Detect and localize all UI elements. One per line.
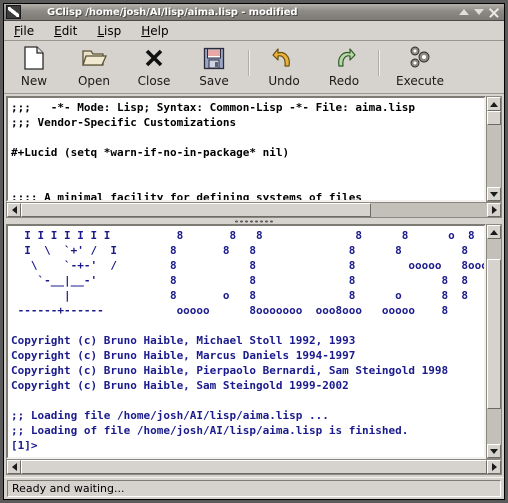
undo-button-label: Undo: [268, 74, 300, 88]
status-message: Ready and waiting...: [7, 479, 501, 497]
floppy-disk-icon: [201, 45, 227, 71]
menu-label-rest: ile: [20, 23, 35, 38]
editor-vertical-scrollbar[interactable]: [486, 96, 502, 202]
new-document-icon: [21, 45, 47, 71]
close-button-label: Close: [137, 74, 171, 88]
menu-mnemonic: H: [141, 23, 151, 38]
close-button[interactable]: Close: [124, 44, 184, 91]
status-bar: Ready and waiting...: [4, 477, 504, 499]
title-bar[interactable]: GClisp /home/josh/AI/lisp/aima.lisp - mo…: [4, 4, 504, 21]
execute-button-label: Execute: [396, 74, 444, 88]
save-button[interactable]: Save: [184, 44, 244, 91]
menu-label-rest: dit: [61, 23, 78, 38]
new-button-label: New: [20, 74, 48, 88]
close-x-icon[interactable]: [487, 6, 500, 19]
menu-mnemonic: E: [54, 23, 62, 38]
menu-item-lisp[interactable]: Lisp: [95, 23, 131, 39]
editor-scroll-right-button[interactable]: [487, 203, 501, 217]
console-vertical-scrollbar[interactable]: [486, 224, 502, 459]
shade-up-icon[interactable]: [457, 6, 470, 19]
menu-bar: File Edit Lisp Help: [4, 21, 504, 41]
console-textarea[interactable]: I I I I I I I 8 8 8 8 8 o 8 8 I \ `+' / …: [6, 224, 486, 459]
editor-scroll-up-button[interactable]: [487, 97, 501, 111]
editor-vscroll-track[interactable]: [487, 111, 501, 187]
menu-item-help[interactable]: Help: [139, 23, 178, 39]
console-vscroll-thumb[interactable]: [487, 259, 501, 409]
redo-button[interactable]: Redo: [314, 44, 374, 91]
window-title: GClisp /home/josh/AI/lisp/aima.lisp - mo…: [47, 6, 298, 18]
console-pane: I I I I I I I 8 8 8 8 8 o 8 8 I \ `+' / …: [6, 224, 502, 475]
gclisp-logo-icon[interactable]: [6, 5, 21, 19]
editor-hscroll-track[interactable]: [21, 203, 487, 217]
open-folder-icon: [81, 45, 107, 71]
open-button[interactable]: Open: [64, 44, 124, 91]
window-controls: [457, 6, 502, 19]
console-horizontal-scrollbar[interactable]: [6, 459, 502, 475]
minimize-down-icon[interactable]: [472, 6, 485, 19]
application-window: GClisp /home/josh/AI/lisp/aima.lisp - mo…: [3, 3, 505, 500]
toolbar-separator: [378, 50, 380, 76]
menu-item-edit[interactable]: Edit: [52, 23, 87, 39]
editor-scroll-left-button[interactable]: [7, 203, 21, 217]
console-vscroll-track[interactable]: [487, 239, 501, 444]
new-button[interactable]: New: [4, 44, 64, 91]
menu-item-file[interactable]: File: [12, 23, 44, 39]
split-pane-container: ;;; -*- Mode: Lisp; Syntax: Common-Lisp …: [4, 94, 504, 477]
console-hscroll-track[interactable]: [21, 460, 487, 474]
console-scroll-right-button[interactable]: [487, 460, 501, 474]
toolbar-separator: [248, 50, 250, 76]
console-scroll-left-button[interactable]: [7, 460, 21, 474]
splitter-grip-dots: [234, 219, 274, 223]
open-button-label: Open: [77, 74, 111, 88]
console-scroll-down-button[interactable]: [487, 444, 501, 458]
execute-button[interactable]: Execute: [384, 44, 456, 91]
undo-button[interactable]: Undo: [254, 44, 314, 91]
editor-pane: ;;; -*- Mode: Lisp; Syntax: Common-Lisp …: [6, 96, 502, 218]
menu-label-rest: isp: [104, 23, 122, 38]
toolbar: New Open Close Save Undo Redo Execute: [4, 41, 504, 94]
redo-button-label: Redo: [328, 74, 360, 88]
editor-vscroll-thumb[interactable]: [487, 111, 501, 125]
save-button-label: Save: [199, 74, 229, 88]
console-hscroll-thumb[interactable]: [21, 460, 487, 474]
console-scroll-up-button[interactable]: [487, 225, 501, 239]
redo-arrow-icon: [331, 45, 357, 71]
editor-hscroll-thumb[interactable]: [21, 203, 371, 217]
close-x-icon: [141, 45, 167, 71]
menu-label-rest: elp: [150, 23, 169, 38]
editor-scroll-down-button[interactable]: [487, 187, 501, 201]
editor-textarea[interactable]: ;;; -*- Mode: Lisp; Syntax: Common-Lisp …: [6, 96, 486, 202]
undo-arrow-icon: [271, 45, 297, 71]
gears-icon: [407, 45, 433, 71]
editor-horizontal-scrollbar[interactable]: [6, 202, 502, 218]
